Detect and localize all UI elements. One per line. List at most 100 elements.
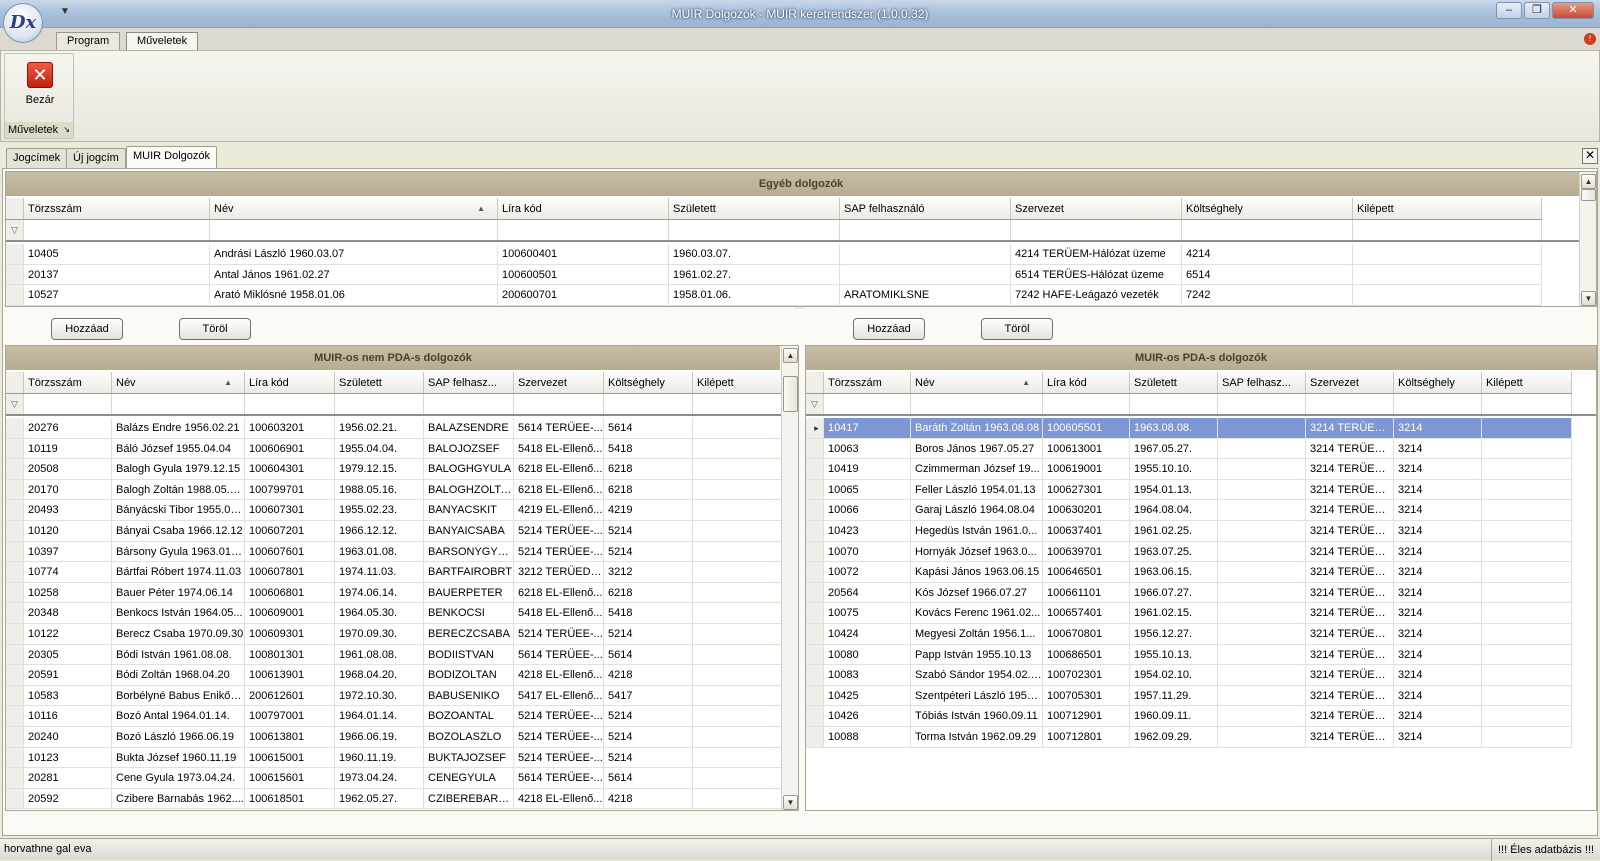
table-row[interactable]: 20281 Cene Gyula 1973.04.24. 100615601 1973… [6,768,782,789]
table-row[interactable]: 10583 Borbélyné Babus Enikő 1... 200612601… [6,685,782,707]
table-row[interactable]: 20493 Bányácski Tibor 1955.02... 100607301… [6,500,782,521]
row-indicator[interactable] [806,459,824,479]
row-indicator[interactable] [6,603,24,623]
table-row[interactable]: 20348 Benkocs István 1964.05... 100609001 1… [6,603,782,624]
row-indicator[interactable] [806,665,824,685]
scroll-thumb[interactable] [783,376,798,412]
row-indicator[interactable] [806,582,824,603]
column-header[interactable]: SAP felhasz... [424,372,514,393]
column-header[interactable]: Líra kód [498,198,669,219]
app-menu-button[interactable]: Dx [3,3,43,43]
ribbon-tab-program[interactable]: Program [56,32,121,50]
column-header[interactable]: Törzsszám [24,372,112,393]
doc-tab-uj-jogcim[interactable]: Új jogcím [66,148,126,168]
scroll-down-icon[interactable]: ▼ [1581,291,1596,306]
table-row[interactable]: 20305 Bódi István 1961.08.08. 100801301 196… [6,644,782,666]
row-indicator[interactable]: ▸ [806,418,824,438]
row-indicator[interactable] [6,285,24,305]
column-header[interactable]: Kilépett [1353,198,1542,219]
table-row[interactable]: 10258 Bauer Péter 1974.06.14 100606801 1974… [6,582,782,604]
scroll-thumb[interactable] [1581,189,1596,201]
row-indicator[interactable] [806,500,824,520]
right-remove-button[interactable]: Töröl [981,318,1053,340]
table-row[interactable]: 10066 Garaj László 1964.08.04 100630201 196… [806,500,1572,521]
horizontal-splitter[interactable]: ···· [3,305,1597,312]
right-add-button[interactable]: Hozzáad [853,318,925,340]
row-indicator[interactable] [806,521,824,541]
table-row[interactable]: 10088 Torma István 1962.09.29 100712801 196… [806,727,1572,748]
column-header[interactable]: Törzsszám [824,372,911,393]
row-indicator[interactable] [6,768,24,788]
table-row[interactable]: 20170 Balogh Zoltán 1988.05.16. 100799701 1… [6,479,782,501]
table-row[interactable]: 10425 Szentpéteri László 1957... 100705301… [806,685,1572,707]
row-indicator[interactable] [6,747,24,768]
column-header[interactable]: Költséghely [1182,198,1353,219]
row-indicator[interactable] [806,438,824,459]
row-indicator[interactable] [806,541,824,562]
table-row[interactable]: 10423 Hegedüs István 1961.0... 100637401 19… [806,521,1572,542]
column-header[interactable]: Szervezet [514,372,604,393]
row-indicator[interactable] [6,644,24,665]
column-header[interactable]: Költséghely [1394,372,1482,393]
table-row[interactable]: 20137 Antal János 1961.02.27 100600501 1961… [6,264,1542,286]
row-indicator[interactable] [6,727,24,747]
table-row[interactable]: 10070 Hornyák József 1963.0... 100639701 19… [806,541,1572,563]
row-indicator[interactable] [6,624,24,644]
row-indicator[interactable] [6,562,24,582]
scroll-up-icon[interactable]: ▲ [1581,174,1596,189]
column-header[interactable]: Született [335,372,424,393]
row-indicator[interactable] [6,500,24,520]
column-header[interactable]: Kilépett [1482,372,1572,393]
close-button[interactable]: ✕ Bezár [15,58,65,110]
row-indicator[interactable] [806,624,824,644]
table-row[interactable]: 10424 Megyesi Zoltán 1956.1... 100670801 19… [806,624,1572,645]
column-header[interactable]: Született [669,198,840,219]
table-row[interactable]: 10063 Boros János 1967.05.27 100613001 1967… [806,438,1572,460]
row-indicator[interactable] [6,685,24,706]
row-indicator[interactable] [6,788,24,809]
row-indicator[interactable] [806,727,824,747]
help-icon[interactable]: ! [1584,33,1596,45]
right-filter-row[interactable]: ▽ [806,394,1596,416]
close-document-icon[interactable]: ✕ [1582,148,1598,164]
row-indicator[interactable] [6,459,24,479]
table-row[interactable]: 10072 Kapási János 1963.06.15 100646501 196… [806,562,1572,583]
column-header-sorted[interactable]: Név ▲ [112,372,245,393]
ribbon-tab-muveletek[interactable]: Műveletek [126,32,199,50]
left-filter-row[interactable]: ▽ [6,394,782,416]
restore-button[interactable]: ❐ [1524,2,1550,19]
table-row[interactable]: 10116 Bozó Antal 1964.01.14. 100797001 1964… [6,706,782,727]
column-header[interactable]: Költséghely [604,372,693,393]
table-row[interactable]: 10075 Kovács Ferenc 1961.02... 100657401 19… [806,603,1572,624]
top-scrollbar[interactable]: ▲ ▼ [1579,172,1596,306]
table-row[interactable]: 10405 Andrási László 1960.03.07 100600401 1… [6,244,1542,265]
table-row[interactable]: 10527 Arató Miklósné 1958.01.06 200600701 1… [6,285,1542,306]
row-indicator[interactable] [806,685,824,706]
row-indicator[interactable] [6,418,24,438]
row-indicator[interactable] [806,603,824,623]
column-header[interactable]: Líra kód [1043,372,1130,393]
table-row[interactable]: 10774 Bártfai Róbert 1974.11.03 100607801 1… [6,562,782,583]
table-row[interactable]: 10083 Szabó Sándor 1954.02.10 100702301 195… [806,665,1572,686]
column-header-sorted[interactable]: Név ▲ [210,198,498,219]
column-header[interactable]: Líra kód [245,372,335,393]
column-header[interactable]: Szervezet [1011,198,1182,219]
column-header[interactable]: Szervezet [1306,372,1394,393]
left-add-button[interactable]: Hozzáad [51,318,123,340]
row-indicator[interactable] [806,479,824,500]
column-header[interactable]: SAP felhasz... [1218,372,1306,393]
table-row[interactable]: 20508 Balogh Gyula 1979.12.15 100604301 197… [6,459,782,480]
scroll-up-icon[interactable]: ▲ [783,348,798,363]
dialog-launcher-icon[interactable]: ↘ [63,122,70,138]
column-header[interactable]: Született [1130,372,1218,393]
table-row[interactable]: ▸ 10417 Baráth Zoltán 1963.08.08 100605501 1… [806,418,1572,439]
table-row[interactable]: 10397 Bársony Gyula 1963.01.08 100607601 19… [6,541,782,563]
doc-tab-muir-dolgozok[interactable]: MUIR Dolgozók [126,146,218,168]
row-indicator[interactable] [806,644,824,665]
table-row[interactable]: 20240 Bozó László 1966.06.19 100613801 1966… [6,727,782,748]
table-row[interactable]: 20592 Czibere Barnabás 1962.... 100618501 1… [6,788,782,810]
row-indicator[interactable] [6,706,24,726]
row-indicator[interactable] [6,521,24,541]
column-header-sorted[interactable]: Név ▲ [911,372,1043,393]
row-indicator[interactable] [806,706,824,726]
